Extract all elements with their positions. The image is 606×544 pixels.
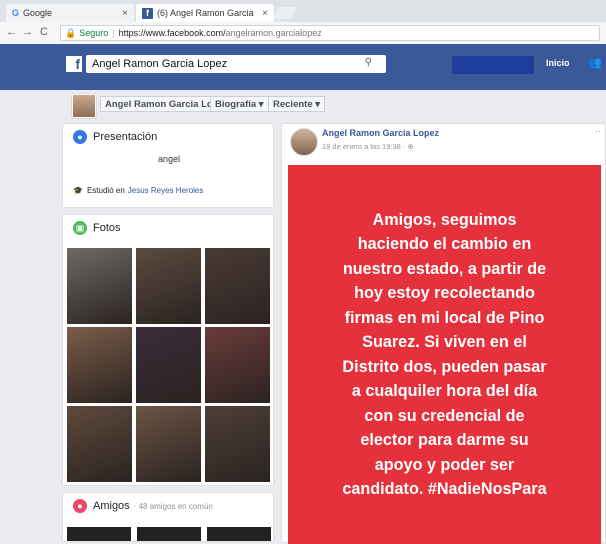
search-input[interactable]: Angel Ramon Garcia Lopez ⚲ — [86, 55, 386, 73]
tab-facebook-profile[interactable]: f (6) Angel Ramon Garcia × — [136, 4, 274, 22]
education-item: 🎓 Estudió en Jesus Reyes Heroles — [73, 186, 203, 195]
post-text-line: elector para darme su — [360, 431, 529, 449]
photo-thumbnail[interactable] — [136, 327, 201, 403]
friends-header: ● Amigos · 48 amigos en común — [73, 499, 213, 513]
mutual-friends-count: · 48 amigos en común — [133, 501, 213, 511]
friends-icon: ● — [73, 499, 87, 513]
post-text-line: candidato. #NadieNosPara — [342, 480, 547, 498]
url-separator: | — [112, 28, 115, 38]
post-author[interactable]: Angel Ramon Garcia Lopez — [322, 128, 439, 138]
tab-label: Google — [23, 8, 53, 18]
post-text-line: haciendo el cambio en — [357, 235, 532, 253]
post-text-line: con su credencial de — [364, 406, 525, 425]
intro-title: Presentación — [93, 131, 158, 143]
search-value: Angel Ramon Garcia Lopez — [92, 58, 228, 70]
globe-icon: ● — [73, 130, 87, 144]
new-tab-button[interactable] — [273, 7, 297, 19]
facebook-icon: f — [142, 7, 153, 19]
post-text-line: firmas en mi local de Pino — [344, 308, 545, 327]
photo-icon: ▣ — [73, 221, 87, 235]
photo-thumbnail[interactable] — [136, 248, 201, 324]
photo-thumbnail[interactable] — [205, 327, 270, 403]
url-host: https://www.facebook.com/ — [118, 28, 226, 38]
forward-icon[interactable]: → — [22, 26, 33, 38]
post-options-icon[interactable]: ·· — [595, 126, 601, 136]
friend-requests-icon[interactable]: 👥 — [588, 56, 602, 69]
post-text-line: nuestro estado, a partir de — [342, 259, 547, 278]
photo-thumbnail[interactable] — [136, 406, 201, 482]
photos-title[interactable]: Fotos — [93, 222, 121, 234]
post-text-image: Amigos, seguimos haciendo el cambio en nue… — [288, 165, 601, 544]
photo-thumbnail[interactable] — [67, 248, 132, 324]
reload-icon[interactable]: C — [40, 26, 48, 38]
browser-tab-bar: G Google × f (6) Angel Ramon Garcia × — [0, 0, 606, 22]
url-path: angelramon.garcialopez — [225, 28, 322, 38]
post-timestamp[interactable]: 19 de enero a las 19:38 · ⊕ — [322, 142, 414, 151]
graduation-cap-icon: 🎓 — [73, 186, 83, 195]
intro-header: ● Presentación — [73, 130, 157, 144]
school-link[interactable]: Jesus Reyes Heroles — [128, 186, 204, 195]
tab-google[interactable]: G Google × — [6, 4, 134, 22]
facebook-header: f Angel Ramon Garcia Lopez ⚲ Inicio 👥 — [0, 44, 606, 90]
close-icon[interactable]: × — [122, 8, 128, 19]
post-text-line: Suarez. Si viven en el — [362, 333, 527, 351]
friends-card: ● Amigos · 48 amigos en común — [62, 492, 274, 542]
back-icon[interactable]: ← — [6, 26, 17, 38]
post-text-line: Amigos, seguimos — [372, 210, 517, 229]
google-icon: G — [12, 8, 20, 18]
address-bar: ← → C 🔒 Seguro | https://www.facebook.co… — [0, 22, 606, 45]
post-text-line: Distrito dos, pueden pasar — [342, 357, 547, 376]
photo-thumbnail[interactable] — [205, 248, 270, 324]
photos-header: ▣ Fotos — [73, 221, 121, 235]
lock-icon: 🔒 — [65, 27, 77, 38]
bio-text: angel — [157, 154, 181, 164]
education-prefix: Estudió en — [86, 186, 125, 195]
url-input[interactable]: 🔒 Seguro | https://www.facebook.com/ ang… — [60, 25, 600, 41]
post-text-line: a cualquiler hora del día — [351, 382, 538, 400]
profile-shortcut[interactable] — [452, 56, 534, 74]
photos-card: ▣ Fotos — [62, 214, 274, 486]
intro-card: ● Presentación angel 🎓 Estudió en Jesus … — [62, 123, 274, 208]
home-link[interactable]: Inicio — [546, 58, 570, 68]
profile-nav: Angel Ramon Garcia Lopez Biografía ▾ Rec… — [70, 90, 606, 120]
close-icon[interactable]: × — [262, 8, 268, 19]
photo-thumbnail[interactable] — [67, 327, 132, 403]
facebook-logo[interactable]: f — [66, 56, 82, 72]
search-icon[interactable]: ⚲ — [365, 57, 372, 68]
biography-dropdown[interactable]: Biografía ▾ — [210, 96, 269, 112]
post-card: Angel Ramon Garcia Lopez 19 de enero a l… — [281, 123, 606, 544]
avatar[interactable] — [290, 128, 318, 156]
photo-thumbnail[interactable] — [205, 406, 270, 482]
friends-title[interactable]: Amigos — [93, 500, 130, 512]
secure-label: Seguro — [79, 28, 109, 38]
avatar[interactable] — [72, 94, 96, 118]
post-text-line: apoyo y poder ser — [374, 455, 515, 474]
recent-dropdown[interactable]: Reciente ▾ — [268, 96, 326, 112]
photo-thumbnail[interactable] — [67, 406, 132, 482]
post-text: Amigos, seguimos haciendo el cambio en nue… — [342, 208, 546, 502]
post-text-line: hoy estoy recolectando — [354, 284, 535, 302]
tab-label: (6) Angel Ramon Garcia — [157, 8, 254, 18]
